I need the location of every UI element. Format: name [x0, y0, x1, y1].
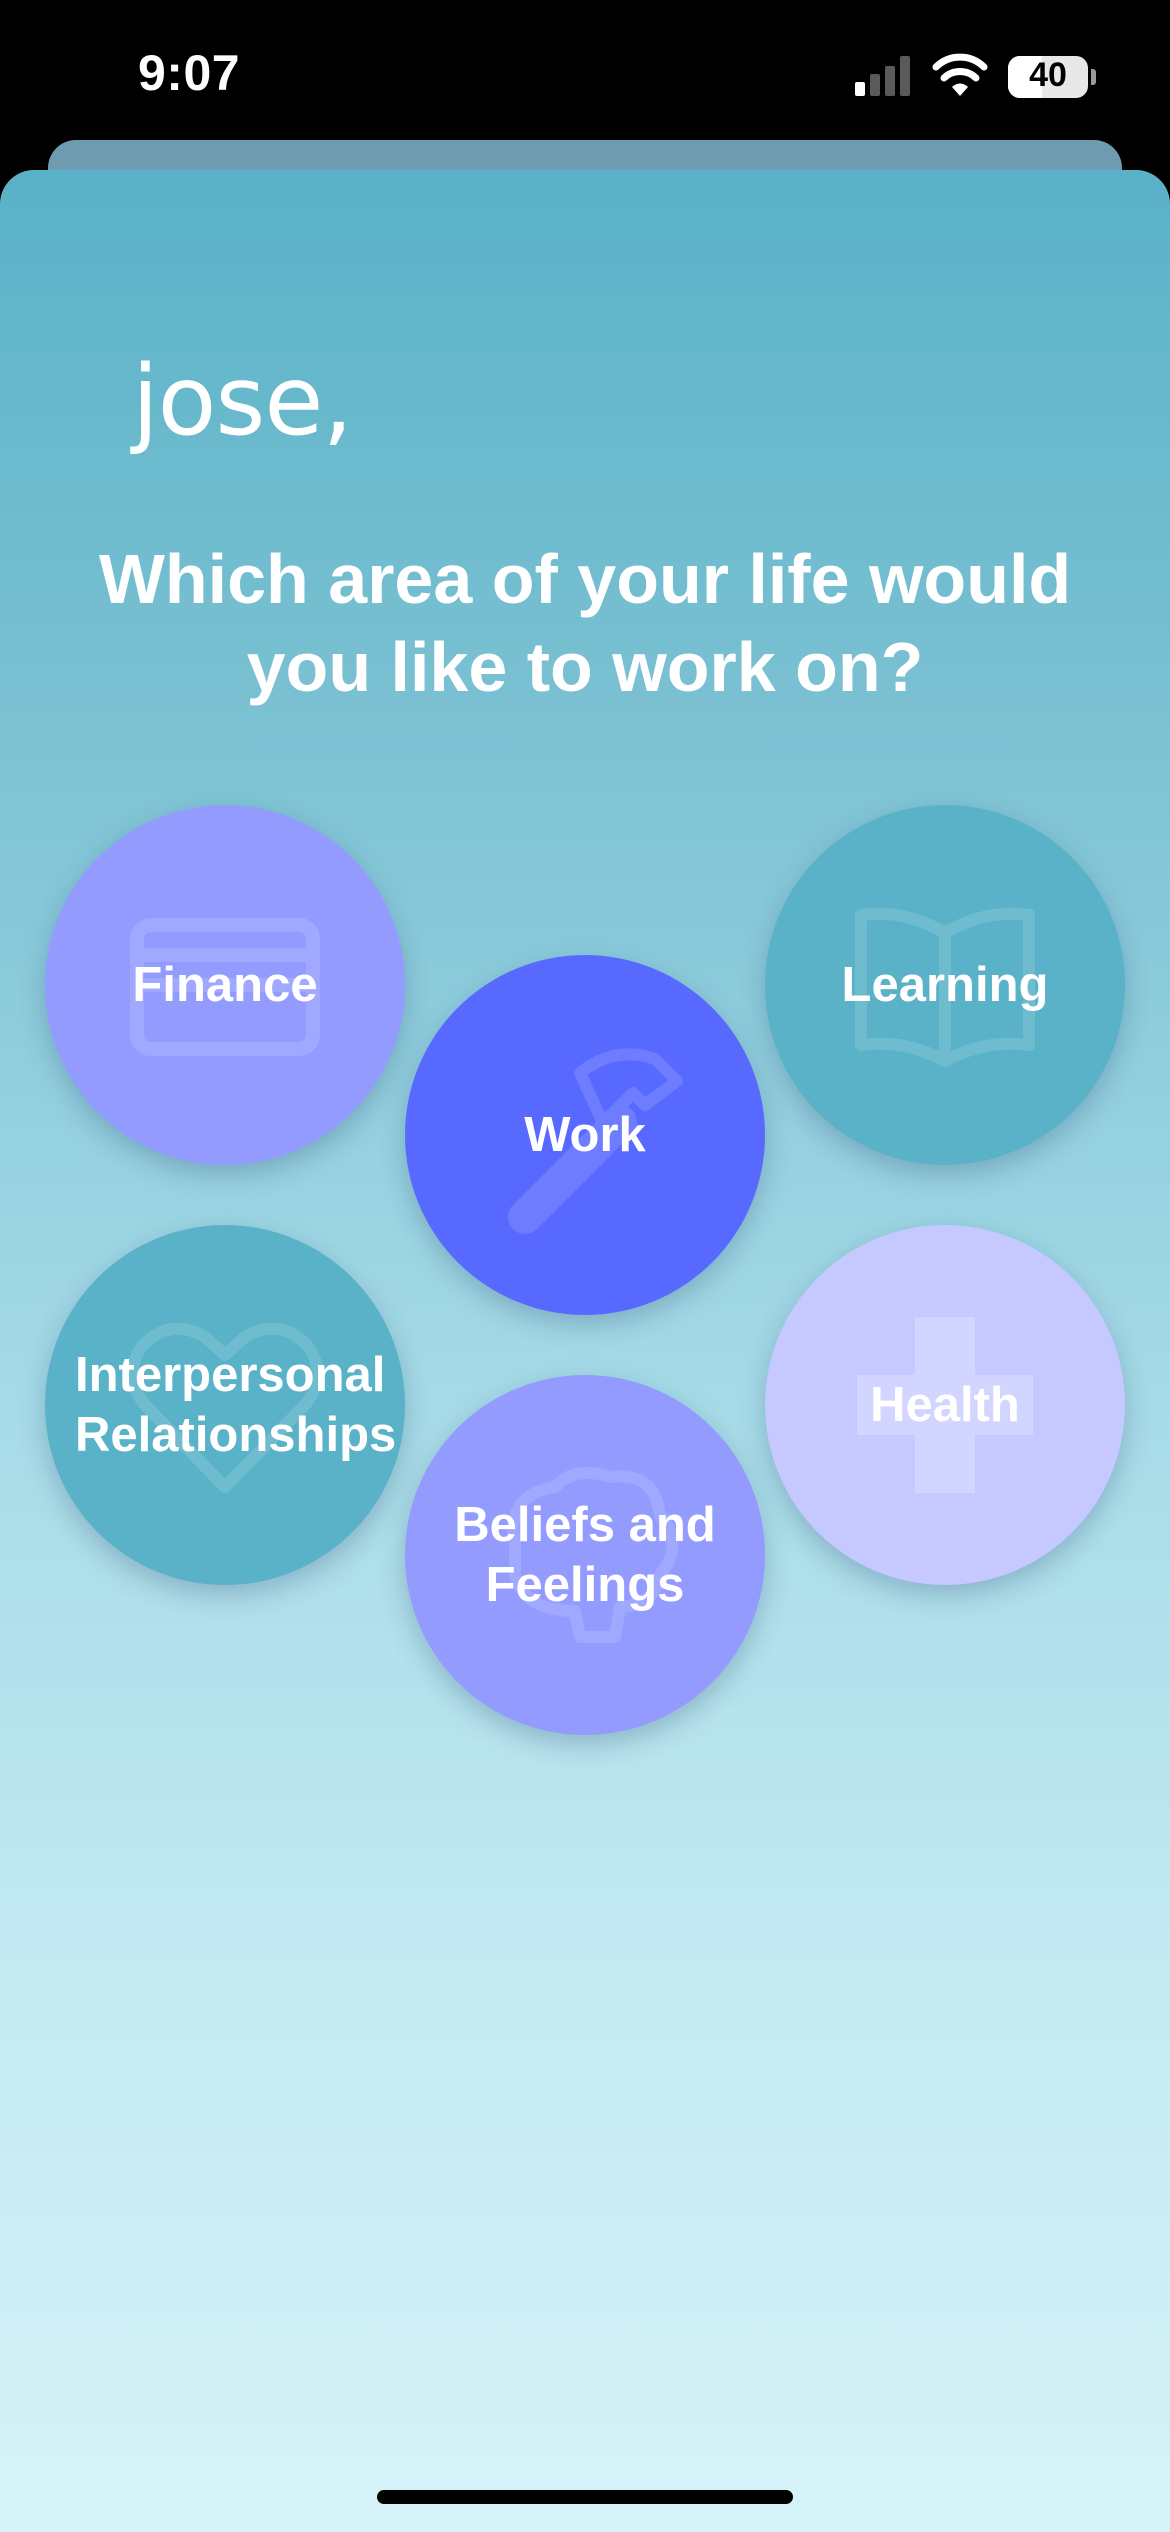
- wifi-icon: [932, 53, 988, 96]
- home-indicator[interactable]: [377, 2490, 793, 2504]
- area-finance-button[interactable]: Finance: [45, 805, 405, 1165]
- status-time: 9:07: [138, 45, 241, 101]
- battery-tip: [1091, 69, 1096, 85]
- greeting: jose,: [132, 345, 353, 457]
- area-label: Finance: [132, 958, 318, 1012]
- page-title: Which area of your life would you like t…: [0, 535, 1170, 711]
- area-interpersonal-relationships-button[interactable]: Interpersonal Relationships: [45, 1225, 405, 1585]
- area-label: Learning: [841, 958, 1049, 1012]
- battery-icon: 40: [1008, 56, 1088, 98]
- area-beliefs-and-feelings-button[interactable]: Beliefs and Feelings: [405, 1375, 765, 1735]
- question-line-2: you like to work on?: [246, 628, 924, 706]
- area-learning-button[interactable]: Learning: [765, 805, 1125, 1165]
- cellular-signal-icon: [855, 56, 913, 96]
- status-bar: 9:07 40: [0, 0, 1170, 150]
- question-line-1: Which area of your life would: [98, 540, 1072, 618]
- area-work-button[interactable]: Work: [405, 955, 765, 1315]
- area-label: Interpersonal Relationships: [75, 1348, 397, 1462]
- area-label: Health: [870, 1378, 1020, 1432]
- area-label: Beliefs and Feelings: [454, 1498, 716, 1612]
- area-health-button[interactable]: Health: [765, 1225, 1125, 1585]
- area-label: Work: [524, 1108, 646, 1162]
- battery-level: 40: [1029, 56, 1067, 94]
